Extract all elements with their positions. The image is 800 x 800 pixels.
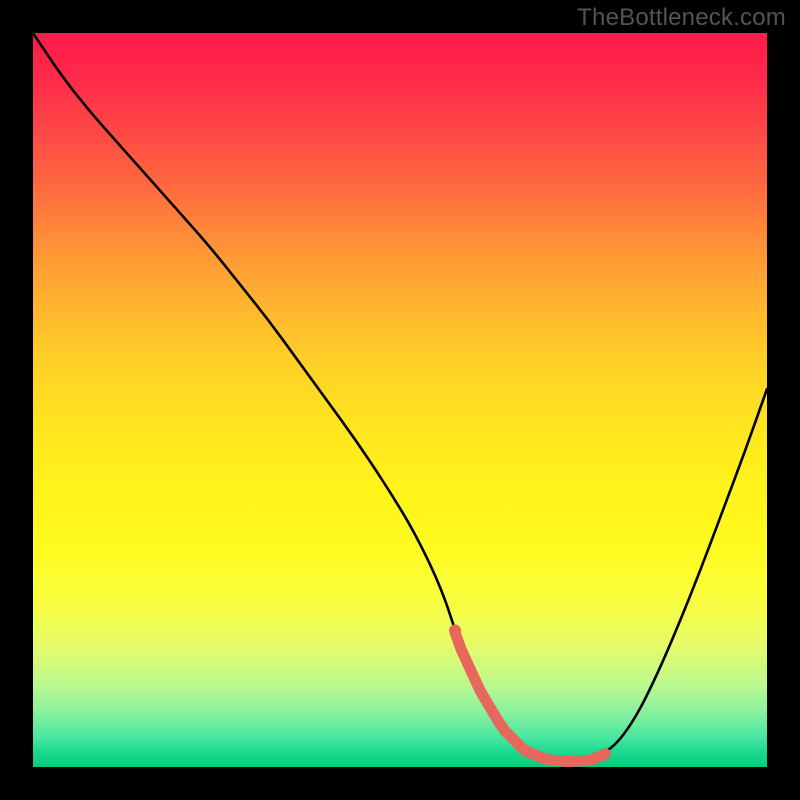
valley-marker-dot [449,625,461,637]
plot-area [33,33,767,767]
curve-layer [33,33,767,767]
bottleneck-curve [33,33,767,759]
watermark-text: TheBottleneck.com [577,4,786,32]
chart-frame: TheBottleneck.com [0,0,800,800]
valley-highlight [455,633,605,762]
